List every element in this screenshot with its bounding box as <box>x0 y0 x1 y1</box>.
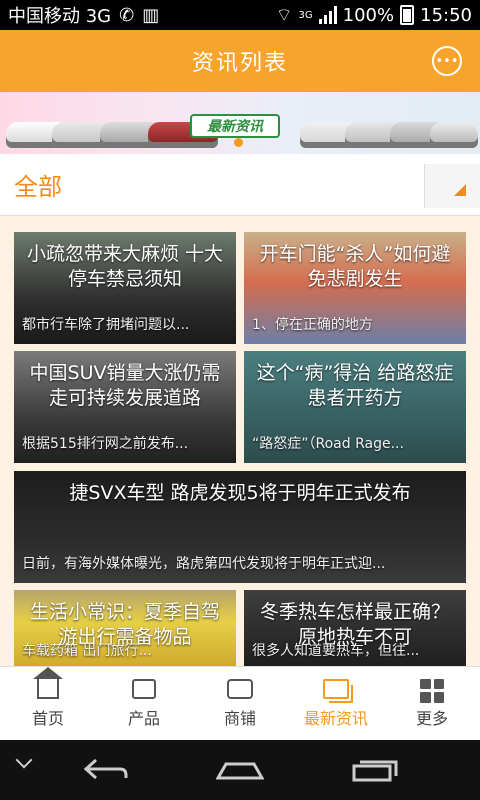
news-summary: 日前，有海外媒体曝光，路虎第四代发现将于明年正式迎... <box>22 556 386 572</box>
bottom-nav: 首页 产品 商铺 最新资讯 更多 <box>0 666 480 740</box>
carousel-indicator[interactable] <box>234 138 243 147</box>
shirt-icon <box>131 678 157 701</box>
battery-level: 100% <box>342 4 395 26</box>
news-title: 中国SUV销量大涨仍需走可持续发展道路 <box>29 362 221 409</box>
news-title: 小疏忽带来大麻烦 十大停车禁忌须知 <box>26 243 224 290</box>
category-dropdown-icon[interactable] <box>424 164 480 208</box>
grid-icon <box>419 678 445 703</box>
status-bar: 中国移动 3G ✆ ▥ ⌔ 3G 100% 15:50 <box>0 0 480 30</box>
news-icon <box>323 678 353 703</box>
news-card[interactable]: 冬季热车怎样最正确？原地热车不可 很多人知道要热车，但往... <box>244 590 466 666</box>
news-summary: 车载药箱 出门旅行... <box>22 643 152 659</box>
wifi-icon: ⌔ <box>275 4 293 26</box>
news-summary: 很多人知道要热车，但往... <box>252 643 420 659</box>
news-card[interactable]: 开车门能“杀人”如何避免悲剧发生 1、停在正确的地方 <box>244 232 466 344</box>
signal-icon <box>318 6 337 24</box>
chevron-down-icon[interactable] <box>15 751 33 769</box>
news-summary: “路怒症”（Road Rage... <box>252 436 404 452</box>
category-filter-bar: 全部 <box>0 154 480 216</box>
back-icon[interactable] <box>83 758 128 780</box>
news-summary: 1、停在正确的地方 <box>252 317 373 333</box>
message-icon[interactable]: ••• <box>432 46 462 76</box>
recent-apps-icon[interactable] <box>352 758 398 782</box>
nav-item-news[interactable]: 最新资讯 <box>288 667 384 740</box>
nav-item-label: 更多 <box>415 708 448 728</box>
nav-item-label: 商铺 <box>223 708 256 728</box>
news-card[interactable]: 捷SVX车型 路虎发现5将于明年正式发布 日前，有海外媒体曝光，路虎第四代发现将… <box>14 471 466 583</box>
news-title: 开车门能“杀人”如何避免悲剧发生 <box>259 243 451 290</box>
nav-item-shops[interactable]: 商铺 <box>192 667 288 740</box>
category-selected[interactable]: 全部 <box>0 167 62 202</box>
news-summary: 都市行车除了拥堵问题以... <box>22 317 190 333</box>
sim-icon: ▥ <box>142 4 160 26</box>
nav-item-more[interactable]: 更多 <box>384 667 480 740</box>
network-type: 3G <box>298 9 313 21</box>
nav-item-label: 最新资讯 <box>303 708 368 728</box>
app-bar: 资讯列表 ••• <box>0 30 480 92</box>
home-icon <box>33 666 63 701</box>
news-summary: 根据515排行网之前发布... <box>22 436 189 452</box>
car-image <box>430 122 478 148</box>
clock-time: 15:50 <box>420 4 472 26</box>
nav-item-label: 首页 <box>31 708 64 728</box>
call-icon: ✆ <box>119 4 135 26</box>
news-list: 小疏忽带来大麻烦 十大停车禁忌须知 都市行车除了拥堵问题以... 开车门能“杀人… <box>0 216 480 666</box>
battery-icon <box>400 5 415 25</box>
carrier-text: 中国移动 3G <box>8 6 112 27</box>
news-card[interactable]: 这个“病”得治 给路怒症患者开药方 “路怒症”（Road Rage... <box>244 351 466 463</box>
nav-item-label: 产品 <box>127 708 160 728</box>
system-nav-bar <box>0 740 480 800</box>
page-title: 资讯列表 <box>191 51 288 76</box>
banner-caption: 最新资讯 <box>190 114 280 138</box>
home-button-icon[interactable] <box>215 760 265 780</box>
nav-item-home[interactable]: 首页 <box>0 666 96 740</box>
news-card[interactable]: 小疏忽带来大麻烦 十大停车禁忌须知 都市行车除了拥堵问题以... <box>14 232 236 344</box>
shop-icon <box>227 678 253 701</box>
news-title: 捷SVX车型 路虎发现5将于明年正式发布 <box>69 482 411 504</box>
nav-item-products[interactable]: 产品 <box>96 667 192 740</box>
news-card[interactable]: 中国SUV销量大涨仍需走可持续发展道路 根据515排行网之前发布... <box>14 351 236 463</box>
news-title: 这个“病”得治 给路怒症患者开药方 <box>256 362 454 409</box>
news-card[interactable]: 生活小常识：夏季自驾游出行需备物品 车载药箱 出门旅行... <box>14 590 236 666</box>
